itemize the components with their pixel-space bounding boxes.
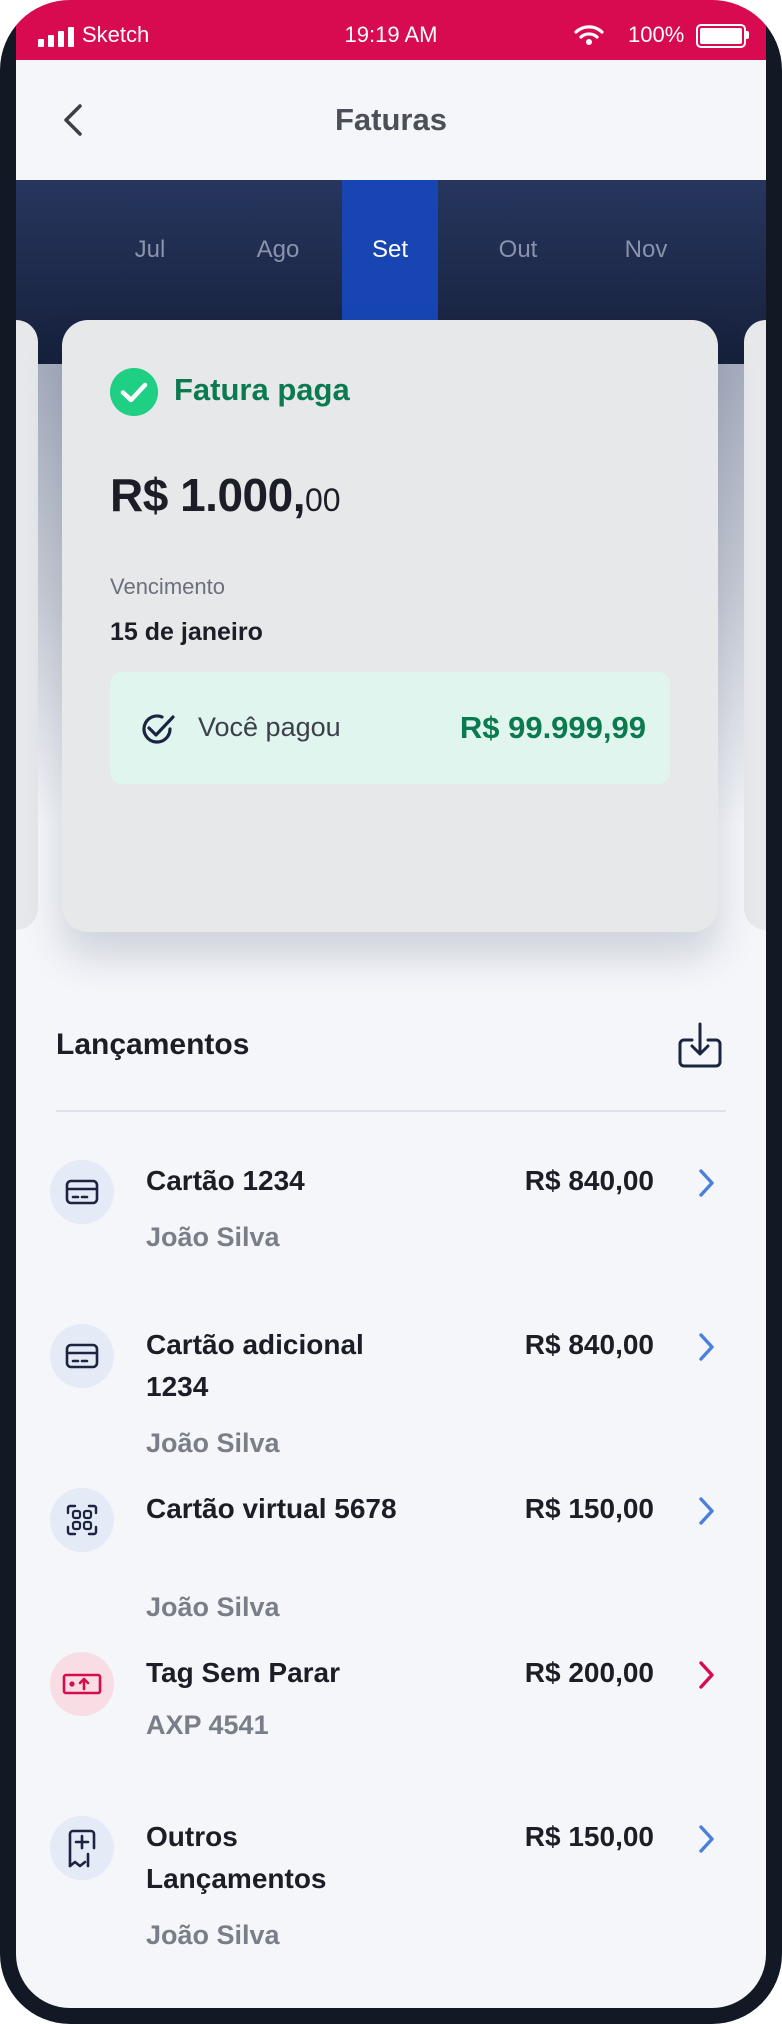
paid-summary: Você pagou R$ 99.999,99: [110, 672, 670, 784]
entry-amount: R$ 840,00: [524, 1165, 654, 1196]
entry-amount: R$ 200,00: [524, 1657, 654, 1688]
chevron-right-icon[interactable]: [696, 1660, 716, 1690]
entries-title: Lançamentos: [56, 1028, 250, 1061]
invoice-amount: R$ 1.000,00: [110, 468, 341, 522]
paid-label: Você pagou: [198, 712, 341, 742]
previous-invoice-card[interactable]: [16, 320, 38, 930]
entry-subtitle: João Silva: [146, 1428, 280, 1458]
tab-month-set[interactable]: Set: [342, 180, 438, 320]
battery-percentage: 100%: [628, 22, 685, 47]
entry-title: Outros Lançamentos: [146, 1821, 327, 1894]
navigation-bar: Faturas: [16, 60, 766, 180]
tab-month-jul[interactable]: Jul: [102, 180, 198, 320]
month-tabs: Jul Ago Set Out Nov: [16, 180, 766, 320]
due-date-label: Vencimento: [110, 574, 225, 599]
app-screen: Sketch 19:19 AM 100% Faturas Jul Ago Set: [16, 0, 766, 2008]
receipt-plus-icon: [50, 1816, 114, 1880]
invoice-amount-main: R$ 1.000,: [110, 469, 305, 521]
entry-title: Cartão virtual 5678: [146, 1493, 397, 1524]
status-bar: Sketch 19:19 AM 100%: [16, 0, 766, 60]
entry-subtitle: AXP 4541: [146, 1710, 269, 1740]
entry-amount: R$ 150,00: [524, 1821, 654, 1852]
chevron-right-icon[interactable]: [696, 1824, 716, 1854]
check-circle-outline-icon: [142, 714, 175, 744]
chevron-right-icon[interactable]: [696, 1332, 716, 1362]
chevron-right-icon[interactable]: [696, 1496, 716, 1526]
entry-title: Tag Sem Parar: [146, 1657, 341, 1688]
battery-icon: [696, 24, 746, 48]
chevron-right-icon[interactable]: [696, 1168, 716, 1198]
download-icon[interactable]: [676, 1020, 724, 1072]
invoice-card[interactable]: Fatura paga R$ 1.000,00 Vencimento 15 de…: [62, 320, 718, 932]
entry-subtitle: João Silva: [146, 1920, 280, 1950]
entry-amount: R$ 840,00: [524, 1329, 654, 1360]
wifi-icon: [574, 25, 604, 45]
credit-card-icon: [50, 1160, 114, 1224]
next-invoice-card[interactable]: [744, 320, 766, 930]
invoice-status: Fatura paga: [174, 372, 350, 407]
entry-title: Cartão adicional 1234: [146, 1329, 364, 1402]
paid-amount: R$ 99.999,99: [459, 710, 646, 745]
entry-title: Cartão 1234: [146, 1165, 305, 1196]
tab-month-out[interactable]: Out: [470, 180, 566, 320]
virtual-card-icon: [50, 1488, 114, 1552]
entry-subtitle: João Silva: [146, 1222, 280, 1252]
check-circle-icon: [110, 368, 158, 416]
due-date-value: 15 de janeiro: [110, 618, 263, 646]
tab-month-ago[interactable]: Ago: [230, 180, 326, 320]
battery-cap: [746, 31, 749, 39]
entry-amount: R$ 150,00: [524, 1493, 654, 1524]
section-divider: [56, 1110, 726, 1112]
credit-card-icon: [50, 1324, 114, 1388]
toll-tag-icon: [50, 1652, 114, 1716]
device-frame: Sketch 19:19 AM 100% Faturas Jul Ago Set: [0, 0, 782, 2024]
page-title: Faturas: [335, 102, 447, 137]
tab-month-nov[interactable]: Nov: [598, 180, 694, 320]
entry-subtitle: João Silva: [146, 1592, 280, 1622]
invoice-amount-cents: 00: [304, 482, 341, 518]
